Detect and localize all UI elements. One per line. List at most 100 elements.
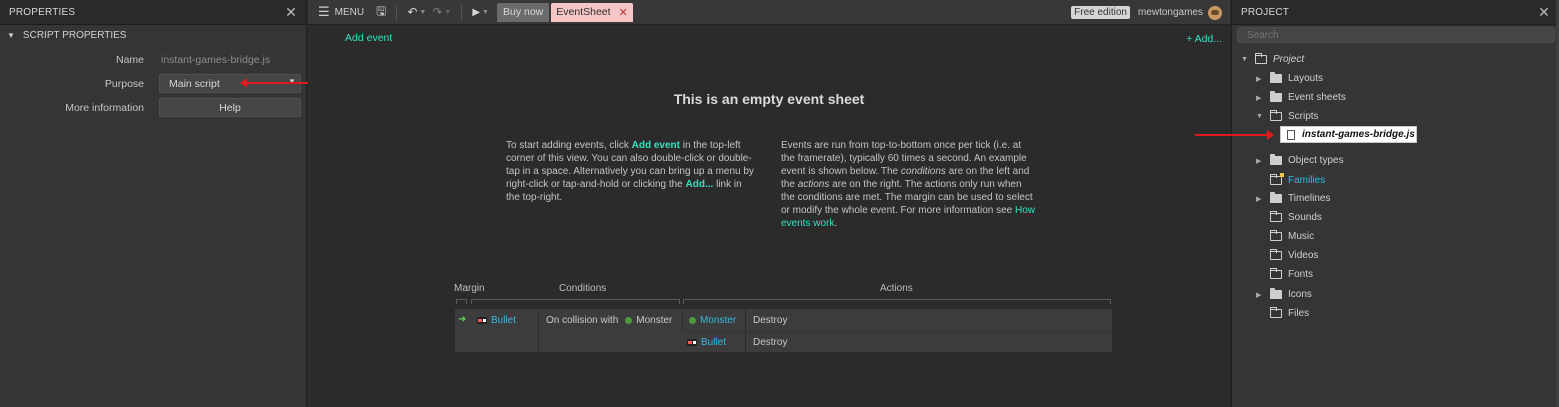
column-divider: [682, 309, 683, 331]
section-script-properties[interactable]: ▼ SCRIPT PROPERTIES: [0, 25, 306, 46]
toolbar-divider: [461, 4, 463, 20]
conditions-heading: Conditions: [559, 283, 607, 294]
folder-icon: [1270, 71, 1282, 83]
project-title: PROJECT: [1241, 6, 1290, 18]
tree-label: Project: [1273, 53, 1305, 65]
menu-label: MENU: [334, 6, 365, 18]
event-sheet-view: ☰ MENU 🖫 ↶ ▼ ↷ ▼ ▶ ▼ Buy now EventSheet …: [308, 0, 1230, 407]
folder-icon: [1270, 153, 1282, 165]
tree-item-families[interactable]: Families: [1270, 172, 1325, 188]
tree-item-instant-games-bridge[interactable]: instant-games-bridge.js: [1280, 126, 1417, 143]
hamburger-icon: ☰: [318, 4, 330, 19]
redo-icon[interactable]: ↷: [432, 5, 442, 19]
folder-icon: [1270, 287, 1282, 299]
folder-icon: [1270, 210, 1282, 222]
bullet-icon: [477, 317, 487, 324]
menu-button[interactable]: ☰ MENU: [308, 4, 364, 20]
tree-label: Fonts: [1288, 268, 1314, 280]
prop-label-name: Name: [115, 54, 144, 66]
tree-item-sounds[interactable]: Sounds: [1270, 209, 1322, 225]
condition-object: Bullet: [477, 315, 516, 326]
tree-label: Layouts: [1288, 72, 1324, 84]
folder-icon: [1270, 267, 1282, 279]
expand-triangle-icon[interactable]: ▶: [1256, 157, 1261, 165]
help-label: Help: [219, 102, 241, 114]
margin-heading: Margin: [454, 283, 485, 294]
redo-dropdown-icon[interactable]: ▼: [444, 9, 451, 16]
action-object: Monster: [689, 315, 736, 326]
search-input[interactable]: [1237, 27, 1555, 43]
add-event-link[interactable]: Add event: [345, 32, 392, 44]
save-icon[interactable]: 🖫: [376, 2, 386, 23]
tree-label: Families: [1288, 174, 1326, 186]
close-icon[interactable]: ✕: [285, 4, 297, 21]
folder-icon: [1270, 248, 1282, 260]
tree-item-videos[interactable]: Videos: [1270, 247, 1318, 263]
condition-object-name: Bullet: [491, 315, 517, 326]
para-text: To start adding events, click: [506, 140, 632, 151]
condition-label: On collision with: [546, 315, 619, 326]
tree-label: instant-games-bridge.js: [1302, 129, 1415, 140]
play-icon[interactable]: ▶: [472, 7, 480, 18]
undo-dropdown-icon[interactable]: ▼: [419, 9, 426, 16]
undo-icon[interactable]: ↶: [407, 5, 417, 19]
expand-triangle-icon[interactable]: ▶: [1256, 94, 1261, 102]
action-text: Destroy: [753, 315, 788, 326]
expand-triangle-icon[interactable]: ▼: [1241, 56, 1248, 63]
tree-item-object-types[interactable]: Object types: [1270, 152, 1344, 168]
tree-item-icons[interactable]: Icons: [1270, 286, 1312, 302]
folder-icon: [1270, 90, 1282, 102]
tab-buy-now-label: Buy now: [502, 6, 544, 18]
event-arrow-icon: ➜: [458, 314, 467, 325]
tree-item-files[interactable]: Files: [1270, 305, 1309, 321]
help-button[interactable]: Help: [159, 98, 301, 117]
main-toolbar: ☰ MENU 🖫 ↶ ▼ ↷ ▼ ▶ ▼ Buy now EventSheet …: [308, 0, 1230, 25]
tree-label: Object types: [1288, 154, 1344, 166]
tab-buy-now[interactable]: Buy now: [496, 2, 550, 22]
add-inline-link[interactable]: Add...: [686, 179, 714, 190]
free-edition-badge[interactable]: Free edition: [1071, 6, 1130, 19]
folder-icon: [1255, 52, 1267, 64]
help-paragraph-right: Events are run from top-to-bottom once p…: [781, 139, 1036, 230]
annotation-arrow-script: [1195, 130, 1274, 140]
tree-item-fonts[interactable]: Fonts: [1270, 266, 1313, 282]
tree-item-timelines[interactable]: Timelines: [1270, 190, 1330, 206]
tab-eventsheet[interactable]: EventSheet ✕: [551, 2, 633, 22]
para-text: .: [834, 218, 838, 229]
play-dropdown-icon[interactable]: ▼: [482, 9, 489, 16]
tree-item-layouts[interactable]: Layouts: [1270, 70, 1323, 86]
expand-triangle-icon[interactable]: ▶: [1256, 291, 1261, 299]
folder-icon: [1270, 109, 1282, 121]
tree-item-music[interactable]: Music: [1270, 228, 1314, 244]
folder-icon: [1270, 306, 1282, 318]
folder-icon: [1270, 229, 1282, 241]
collapse-triangle-icon[interactable]: ▼: [7, 31, 15, 40]
prop-label-more-info: More information: [65, 102, 144, 114]
avatar[interactable]: [1208, 5, 1222, 20]
para-emphasis: conditions: [900, 166, 946, 177]
tree-label: Timelines: [1288, 192, 1331, 204]
username[interactable]: mewtongames: [1138, 7, 1203, 18]
properties-panel: PROPERTIES ✕ ▼ SCRIPT PROPERTIES Name in…: [0, 0, 307, 407]
tree-item-event-sheets[interactable]: Event sheets: [1270, 89, 1346, 105]
toolbar-divider: [396, 4, 398, 20]
monster-icon: [689, 317, 696, 324]
prop-label-purpose: Purpose: [104, 78, 144, 90]
expand-triangle-icon[interactable]: ▼: [1256, 113, 1263, 120]
section-label: SCRIPT PROPERTIES: [22, 30, 127, 41]
condition-text: On collision with Monster: [546, 315, 672, 326]
action-object-name: Monster: [700, 315, 737, 326]
example-event: ➜ Bullet On collision with Monster Monste…: [454, 308, 1113, 353]
close-icon[interactable]: ✕: [619, 6, 628, 19]
tree-label: Event sheets: [1288, 91, 1346, 103]
tree-item-project[interactable]: Project: [1255, 51, 1304, 67]
project-panel: PROJECT ✕ ▼ Project ▶ Layouts ▶ Event sh…: [1231, 0, 1559, 407]
conditions-bracket: [471, 299, 680, 304]
actions-bracket: [683, 299, 1111, 304]
expand-triangle-icon[interactable]: ▶: [1256, 75, 1261, 83]
add-menu-link[interactable]: + Add...: [1186, 33, 1222, 45]
close-icon[interactable]: ✕: [1538, 4, 1550, 21]
add-event-inline-link[interactable]: Add event: [632, 140, 680, 151]
expand-triangle-icon[interactable]: ▶: [1256, 195, 1261, 203]
tree-item-scripts[interactable]: Scripts: [1270, 108, 1319, 124]
